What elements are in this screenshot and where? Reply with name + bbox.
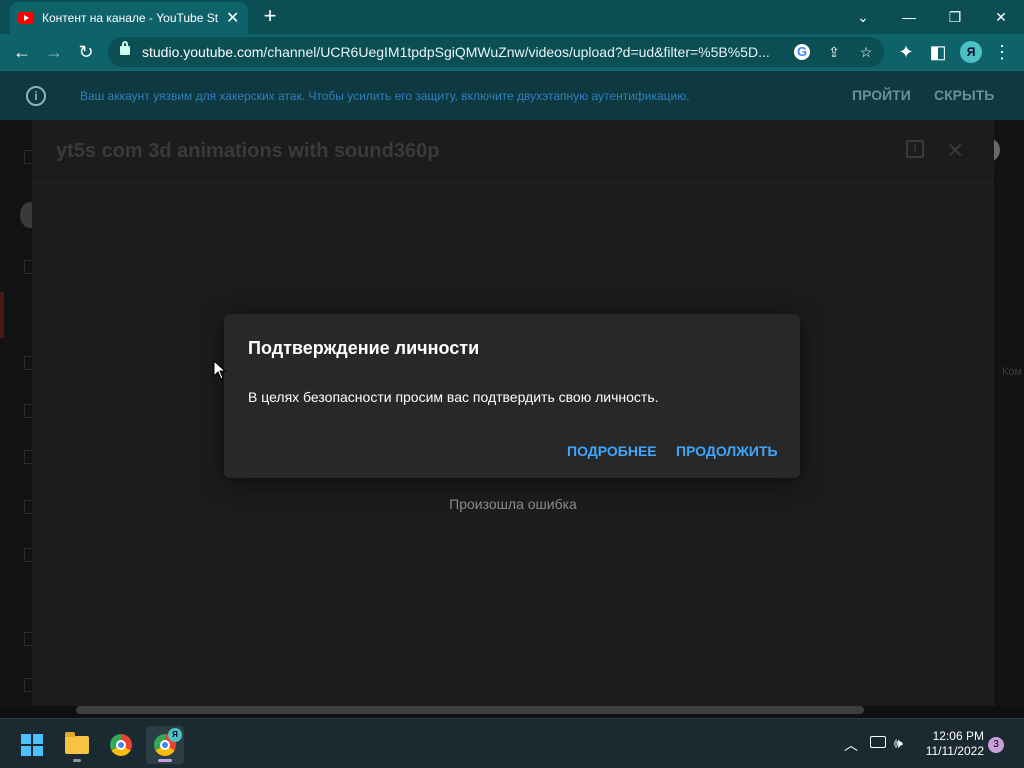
horizontal-scrollbar[interactable] xyxy=(76,706,864,714)
url-text[interactable]: studio.youtube.com/channel/UCR6UegIM1tpd… xyxy=(142,44,770,60)
new-tab-button[interactable]: + xyxy=(258,4,282,28)
share-icon[interactable]: ⇪ xyxy=(824,42,844,62)
close-window-button[interactable]: ✕ xyxy=(978,0,1024,34)
volume-icon[interactable]: 🕪 xyxy=(894,735,903,752)
tab-title: Контент на канале - YouTube Studio xyxy=(42,11,218,25)
profile-badge: Я xyxy=(168,728,182,742)
dialog-title: Подтверждение личности xyxy=(248,338,480,358)
clock-date: 11/11/2022 xyxy=(925,744,984,758)
security-warning-banner: i Ваш аккаунт уязвим для хакерских атак.… xyxy=(0,70,1024,120)
profile-avatar-button[interactable]: Я xyxy=(960,41,982,63)
folder-icon xyxy=(65,732,89,754)
tab-strip: Контент на канале - YouTube Studio ✕ + ⌄… xyxy=(0,0,1024,34)
forward-button[interactable]: → xyxy=(42,40,66,64)
side-panel-icon[interactable]: ◧ xyxy=(926,40,950,64)
chrome-button[interactable] xyxy=(102,726,140,764)
close-tab-icon[interactable]: ✕ xyxy=(226,8,239,28)
continue-button[interactable]: ПРОДОЛЖИТЬ xyxy=(676,443,778,459)
close-icon[interactable]: ✕ xyxy=(946,138,964,164)
clock-time: 12:06 PM xyxy=(932,729,984,743)
minimize-button[interactable]: — xyxy=(886,0,932,34)
dialog-body: В целях безопасности просим вас подтверд… xyxy=(248,389,659,405)
windows-logo-icon xyxy=(21,734,43,756)
show-hidden-icons-chevron-icon[interactable]: ︿ xyxy=(844,735,858,755)
address-bar[interactable]: studio.youtube.com/channel/UCR6UegIM1tpd… xyxy=(108,37,884,67)
right-column-partial-label: Ком xyxy=(1002,366,1023,378)
start-button[interactable] xyxy=(13,726,51,764)
url-path: /channel/UCR6UegIM1tpdpSgiQMWuZnw/videos… xyxy=(263,44,770,60)
notification-count-badge[interactable]: 3 xyxy=(988,737,1004,753)
banner-message: Ваш аккаунт уязвим для хакерских атак. Ч… xyxy=(80,89,690,103)
sidebar-active-indicator xyxy=(0,292,4,338)
url-host: studio.youtube.com xyxy=(142,44,264,60)
identity-confirmation-dialog: Подтверждение личности В целях безопасно… xyxy=(224,314,800,478)
browser-toolbar: ← → ↻ studio.youtube.com/channel/UCR6Ueg… xyxy=(0,34,1024,70)
info-icon: i xyxy=(26,86,46,106)
upload-video-title: yt5s com 3d animations with sound360p xyxy=(56,140,440,162)
chrome-profile-button[interactable]: Я xyxy=(146,726,184,764)
system-clock[interactable]: 12:06 PM 11/11/2022 xyxy=(920,729,984,759)
chrome-icon xyxy=(110,734,132,756)
youtube-favicon-icon xyxy=(18,12,34,24)
network-icon[interactable] xyxy=(870,736,886,748)
error-message: Произошла ошибка xyxy=(449,496,577,512)
browser-menu-icon[interactable]: ⋮ xyxy=(990,40,1014,64)
active-indicator xyxy=(158,759,172,762)
windows-taskbar: Я ︿ 🕪 12:06 PM 11/11/2022 3 xyxy=(0,718,1024,768)
reload-button[interactable]: ↻ xyxy=(74,40,98,64)
report-issue-icon[interactable]: ! xyxy=(906,140,924,158)
extensions-puzzle-icon[interactable]: ✦ xyxy=(894,40,918,64)
header-divider xyxy=(32,182,994,183)
running-indicator xyxy=(73,759,81,762)
learn-more-button[interactable]: ПОДРОБНЕЕ xyxy=(567,443,657,459)
banner-hide-button[interactable]: СКРЫТЬ xyxy=(934,87,994,103)
google-lens-icon[interactable]: G xyxy=(794,44,810,60)
tab-search-button[interactable]: ⌄ xyxy=(840,0,886,34)
browser-tab[interactable]: Контент на канале - YouTube Studio ✕ xyxy=(10,2,248,34)
back-button[interactable]: ← xyxy=(10,40,34,64)
restore-button[interactable]: ❐ xyxy=(932,0,978,34)
file-explorer-button[interactable] xyxy=(58,726,96,764)
bookmark-star-icon[interactable]: ☆ xyxy=(856,42,876,62)
lock-icon[interactable] xyxy=(120,41,130,55)
banner-go-button[interactable]: ПРОЙТИ xyxy=(852,87,911,103)
